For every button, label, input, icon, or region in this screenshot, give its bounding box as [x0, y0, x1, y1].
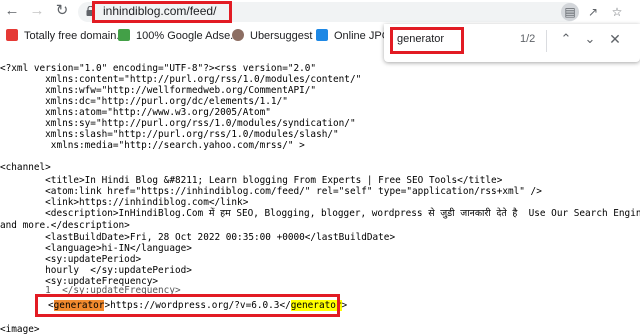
bookmark-label: 100% Google Adse...: [136, 30, 240, 42]
bookmark-label: Ubersuggest: [250, 30, 313, 42]
reload-icon[interactable]: ↻: [54, 3, 70, 19]
xml-line: <image>: [0, 324, 40, 335]
close-icon[interactable]: ✕: [607, 31, 623, 47]
browser-toolbar: ← → ↻ inhindiblog.com/feed/ ▤ ↗ ☆: [0, 0, 640, 24]
chevron-up-icon[interactable]: ⌃: [558, 31, 574, 47]
bookmark-favicon-icon: [118, 29, 130, 41]
back-arrow-icon[interactable]: ←: [4, 3, 20, 19]
generator-highlight-box: [35, 294, 340, 317]
xml-line: <channel>: [0, 162, 51, 173]
find-match-count: 1/2: [520, 33, 536, 45]
forward-arrow-icon[interactable]: →: [29, 3, 45, 19]
bookmark-ubersuggest[interactable]: Ubersuggest: [232, 29, 312, 42]
find-input[interactable]: generator: [397, 33, 444, 45]
bookmark-google-adsense[interactable]: 100% Google Adse...: [118, 29, 239, 42]
bookmark-favicon-icon: [6, 29, 18, 41]
share-icon[interactable]: ↗: [584, 3, 602, 21]
xml-text: >: [341, 300, 348, 311]
bookmark-favicon-icon: [232, 29, 244, 41]
bookmark-star-icon[interactable]: ☆: [608, 3, 626, 21]
find-in-page-icon[interactable]: ▤: [561, 3, 579, 21]
url-highlight-box: [92, 1, 232, 23]
chevron-down-icon[interactable]: ⌄: [582, 31, 598, 47]
divider: [546, 30, 547, 52]
bookmark-favicon-icon: [316, 29, 328, 41]
xml-feed-content: <?xml version="1.0" encoding="UTF-8"?><r…: [0, 58, 640, 335]
bookmark-label: Totally free domain...: [24, 30, 126, 42]
bookmark-totally-free-domain[interactable]: Totally free domain...: [6, 29, 126, 42]
xml-line: xmlns:media="http://search.yahoo.com/mrs…: [0, 140, 305, 151]
